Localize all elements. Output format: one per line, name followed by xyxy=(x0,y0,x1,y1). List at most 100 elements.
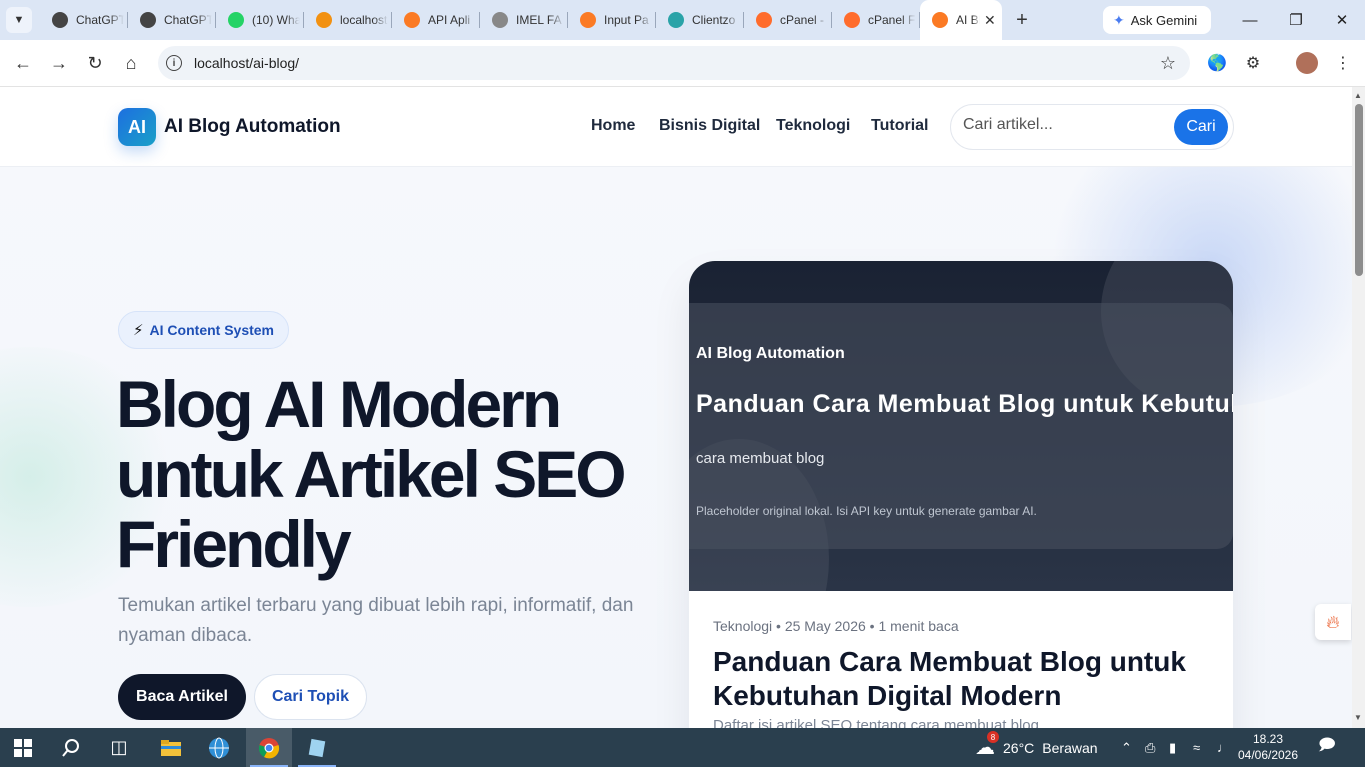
clock-time: 18.23 xyxy=(1252,732,1284,746)
task-view-icon: ◫ xyxy=(110,737,128,757)
windows-taskbar: ◫ ☁ 8 26°C Berawan ⌃ ⎙ ▮ ≈ ♩ 18.23 04/06… xyxy=(0,728,1365,767)
ask-gemini-label: Ask Gemini xyxy=(1130,12,1198,28)
restore-button[interactable]: ❐ xyxy=(1273,0,1319,40)
scroll-up-icon[interactable]: ▲ xyxy=(1354,91,1362,100)
forward-button[interactable]: → xyxy=(44,48,74,78)
battery-icon[interactable]: ▮ xyxy=(1169,728,1176,767)
browser-tab-strip: ▼ ChatGPT ChatGPT (10) WhatsApp localhost AP… xyxy=(0,0,1365,40)
page-scrollbar[interactable]: ▲ ▼ xyxy=(1352,87,1365,728)
site-header: AI AI Blog Automation Home Bisnis Digita… xyxy=(0,87,1352,167)
tab-title: Clientzo xyxy=(692,13,736,27)
tray-device-icon[interactable]: ⎙ xyxy=(1145,728,1155,767)
tab-title: AI Blog xyxy=(956,13,980,27)
lightning-icon: ⚡︎ xyxy=(133,322,144,339)
weather-widget[interactable]: ☁ 8 26°C Berawan xyxy=(975,728,1098,767)
show-hidden-icons-button[interactable]: ⌃ xyxy=(1121,728,1132,767)
windows-logo-icon xyxy=(14,738,32,757)
read-article-button[interactable]: Baca Artikel xyxy=(118,674,246,720)
cpanel-icon xyxy=(756,12,772,28)
browser-tab[interactable]: API Apli xyxy=(392,0,480,40)
logo-badge[interactable]: AI xyxy=(118,108,156,146)
nav-teknologi[interactable]: Teknologi xyxy=(776,117,850,135)
hero-subtitle: Temukan artikel terbaru yang dibuat lebi… xyxy=(118,595,634,646)
extensions-puzzle-icon[interactable]: ⚙ xyxy=(1242,52,1264,74)
ask-gemini-button[interactable]: ✦ Ask Gemini xyxy=(1103,6,1211,34)
tab-title: API Apli xyxy=(428,13,471,27)
flame-icon[interactable]: 🔥︎ xyxy=(1315,604,1351,640)
profile-avatar[interactable] xyxy=(1296,52,1318,74)
tab-list: ChatGPT ChatGPT (10) WhatsApp localhost API … xyxy=(40,0,1002,40)
image-title-text: Panduan Cara Membuat Blog untuk Kebutuha… xyxy=(696,390,1233,418)
reload-button[interactable]: ↻ xyxy=(80,48,110,78)
minimize-button[interactable]: — xyxy=(1227,0,1273,40)
browser-tab[interactable]: IMEL FA xyxy=(480,0,568,40)
cloudy-weather-icon: ☁ 8 xyxy=(975,731,999,760)
new-tab-button[interactable]: + xyxy=(1006,4,1038,36)
article-title[interactable]: Panduan Cara Membuat Blog untuk Kebutuha… xyxy=(713,645,1213,713)
close-tab-icon[interactable]: ✕ xyxy=(984,12,996,29)
browser-tab[interactable]: cPanel F xyxy=(832,0,920,40)
scrollbar-thumb[interactable] xyxy=(1355,104,1363,276)
browser-tab[interactable]: ChatGPT xyxy=(128,0,216,40)
find-topic-button[interactable]: Cari Topik xyxy=(254,674,367,720)
browser-tab[interactable]: Clientzo xyxy=(656,0,744,40)
tab-title: ChatGPT xyxy=(164,13,212,27)
hero-badge: ⚡︎ AI Content System xyxy=(118,311,290,349)
notepad-icon xyxy=(308,738,326,757)
address-toolbar: ← → ↻ ⌂ i localhost/ai-blog/ ☆ 🌎 ⚙ ⋮ xyxy=(0,40,1365,87)
task-view-button[interactable]: ◫ xyxy=(96,728,142,767)
weather-alert-badge: 8 xyxy=(987,731,999,743)
notepad-taskbar-button[interactable] xyxy=(294,728,340,767)
nav-home[interactable]: Home xyxy=(591,117,635,135)
home-button[interactable]: ⌂ xyxy=(116,48,146,78)
browser-tab[interactable]: cPanel - xyxy=(744,0,832,40)
url-text[interactable]: localhost/ai-blog/ xyxy=(194,55,299,71)
image-brand-text: AI Blog Automation xyxy=(696,345,845,362)
scroll-down-icon[interactable]: ▼ xyxy=(1354,713,1362,722)
whatsapp-icon xyxy=(228,12,244,28)
image-keyword-text: cara membuat blog xyxy=(696,450,825,467)
search-input[interactable] xyxy=(963,116,1163,134)
windows-start-button[interactable] xyxy=(0,728,46,767)
chevron-up-icon: ⌃ xyxy=(1121,739,1132,755)
featured-article-card[interactable]: AI Blog Automation Panduan Cara Membuat … xyxy=(689,261,1233,728)
browser-tab[interactable]: ChatGPT xyxy=(40,0,128,40)
volume-icon[interactable]: ♩ xyxy=(1217,728,1230,767)
tab-title: IMEL FA xyxy=(516,13,562,27)
extension-globe-icon[interactable]: 🌎 xyxy=(1206,52,1228,74)
site-info-icon[interactable]: i xyxy=(166,55,182,71)
chrome-taskbar-button[interactable] xyxy=(246,728,292,767)
logo-text[interactable]: AI Blog Automation xyxy=(164,116,341,138)
hero-title: Blog AI Modern untuk Artikel SEO Friendl… xyxy=(116,367,627,581)
search-button[interactable]: Cari xyxy=(1174,109,1228,145)
tab-title: cPanel F xyxy=(868,13,916,27)
chevron-down-icon: ▼ xyxy=(13,14,25,26)
search-icon xyxy=(62,738,79,757)
browser-tab[interactable]: Input Pa xyxy=(568,0,656,40)
nav-bisnis-digital[interactable]: Bisnis Digital xyxy=(659,117,760,135)
close-icon: ✕ xyxy=(1335,12,1349,29)
search-taskbar-button[interactable] xyxy=(48,728,94,767)
system-clock[interactable]: 18.23 04/06/2026 xyxy=(1236,731,1300,763)
browser-tab[interactable]: (10) WhatsApp xyxy=(216,0,304,40)
network-app-button[interactable] xyxy=(196,728,242,767)
browser-tab-active[interactable]: AI Blog ✕ xyxy=(920,0,1002,40)
browser-tab[interactable]: localhost xyxy=(304,0,392,40)
xampp-icon xyxy=(932,12,948,28)
bookmark-star-icon[interactable]: ☆ xyxy=(1160,53,1176,74)
wifi-icon[interactable]: ≈ xyxy=(1193,728,1200,767)
address-bar[interactable]: i localhost/ai-blog/ ☆ xyxy=(158,46,1190,80)
more-menu-icon[interactable]: ⋮ xyxy=(1332,52,1354,74)
tab-search-button[interactable]: ▼ xyxy=(6,7,32,33)
file-explorer-button[interactable] xyxy=(148,728,194,767)
phpmyadmin-icon xyxy=(316,12,332,28)
close-window-button[interactable]: ✕ xyxy=(1319,0,1365,40)
clientzone-icon xyxy=(668,12,684,28)
back-button[interactable]: ← xyxy=(8,48,38,78)
notification-center-icon[interactable]: 🗩︎ xyxy=(1318,728,1336,767)
nav-tutorial[interactable]: Tutorial xyxy=(871,117,928,135)
xampp-icon xyxy=(580,12,596,28)
folder-icon xyxy=(161,739,181,756)
article-meta: Teknologi • 25 May 2026 • 1 menit baca xyxy=(713,618,959,634)
chrome-icon xyxy=(258,737,280,758)
